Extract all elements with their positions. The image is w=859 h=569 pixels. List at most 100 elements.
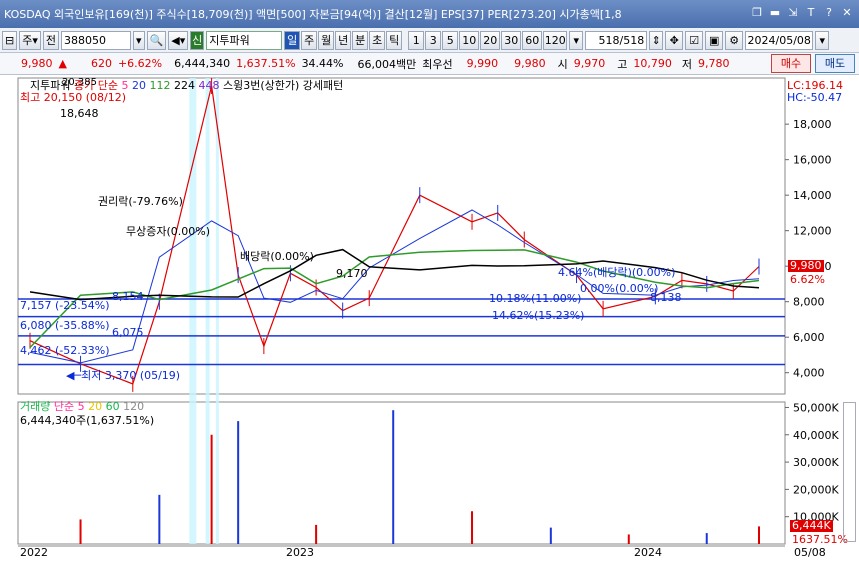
vol-ma-60: 60 [105, 400, 120, 413]
best-ask-label: 최우선 [422, 57, 453, 71]
vol-y-tick-label: 40,000K [793, 429, 839, 442]
annotation-8154: 8,154 [112, 290, 144, 303]
tab-minute[interactable]: 분 [352, 30, 369, 50]
code-dropdown-icon[interactable]: ▾ [133, 30, 145, 50]
chart-type-icon[interactable]: ⊟ [2, 30, 18, 50]
new-listing-badge: 신 [190, 30, 205, 50]
volume-series [79, 410, 760, 544]
page-spin-icon[interactable]: ⇕ [649, 30, 664, 50]
pct-badge: 6.62% [790, 273, 825, 286]
volume-bar [315, 524, 318, 544]
tab-second[interactable]: 초 [369, 30, 386, 50]
vol-y-tick-label: 30,000K [793, 456, 839, 469]
volume-readout: 6,444,340주(1,637.51%) [20, 414, 155, 427]
vol-ma-20: 20 [88, 400, 103, 413]
interval-3[interactable]: 3 [425, 30, 442, 50]
annotation-464: 4.64%(배당락)(0.00%) [558, 266, 676, 279]
chart-area[interactable]: 4,0006,0008,00010,00012,00014,00016,0001… [0, 76, 859, 569]
y-tick-label: 16,000 [793, 154, 832, 167]
volume: 6,444,340 [174, 57, 231, 70]
window-font-icon[interactable]: T [803, 5, 819, 21]
tab-tick[interactable]: 틱 [386, 30, 403, 50]
annotation-6075: 6,075 [112, 326, 144, 339]
highlight-band [205, 78, 210, 544]
quote-bar: 9,980 ▲ 620 +6.62% 6,444,340 1,637.51% 3… [0, 53, 859, 75]
period-tabs: 일 주 월 년 분 초 틱 [284, 30, 403, 50]
close-icon[interactable]: ✕ [839, 5, 855, 21]
title-text: KOSDAQ 외국인보유[169(천)] 주식수[18,709(천)] 액면[5… [4, 8, 622, 21]
interval-60[interactable]: 60 [522, 30, 543, 50]
scope-select[interactable]: 전 [42, 30, 59, 50]
y-tick-label: 4,000 [793, 367, 825, 380]
price-badge: 9,980 [788, 259, 824, 272]
tab-week[interactable]: 주 [301, 30, 318, 50]
low-price: 9,780 [698, 57, 730, 70]
interval-30[interactable]: 30 [501, 30, 522, 50]
tab-year[interactable]: 년 [335, 30, 352, 50]
highlight-band [215, 78, 219, 544]
toolbar: ⊟ 주 ▾ 전 388050 ▾ 🔍 ◀▾ 신 지투파워 일 주 월 년 분 초 … [0, 28, 859, 53]
volume-bar [79, 519, 82, 544]
high-label: 고 [617, 57, 628, 71]
volume-bar [549, 527, 552, 544]
volume-scrollbar[interactable] [843, 402, 856, 542]
up-arrow-icon: ▲ [58, 57, 67, 70]
volume-bar [471, 511, 474, 544]
left-arrow-icon: ◀─ [66, 369, 82, 382]
turnover: 34.44% [301, 57, 344, 70]
date-input[interactable]: 2024/05/08 [745, 30, 814, 50]
volume-bar [627, 534, 630, 544]
crosshair-icon[interactable]: ✥ [665, 30, 684, 50]
help-icon[interactable]: ? [821, 5, 837, 21]
annotation-6080: 6,080 (-35.88%) [20, 319, 110, 332]
best-bid: 9,980 [514, 57, 546, 70]
volume-legend: 거래량 단순 5 20 60 120 [20, 401, 144, 413]
gear-icon[interactable]: ⚙ [725, 30, 744, 50]
title-bar: KOSDAQ 외국인보유[169(천)] 주식수[18,709(천)] 액면[5… [0, 0, 859, 28]
chart-canvas[interactable]: 4,0006,0008,00010,00012,00014,00016,0001… [0, 76, 859, 569]
interval-5[interactable]: 5 [442, 30, 459, 50]
volume-bar [757, 526, 760, 544]
volume-ma-label: 단순 [53, 400, 75, 413]
calendar-icon[interactable]: ▾ [815, 30, 830, 50]
window-link-icon[interactable]: ⇲ [785, 5, 801, 21]
annotation-000: 0.00%(0.00%) [580, 282, 659, 295]
tab-day[interactable]: 일 [284, 30, 301, 50]
interval-dropdown-icon[interactable]: ▾ [569, 30, 584, 50]
vol-ma-5: 5 [77, 400, 85, 413]
y-tick-label: 12,000 [793, 225, 832, 238]
volume-bar [237, 421, 240, 544]
window-minimize-icon[interactable]: ▬ [767, 5, 783, 21]
vol-ma-120: 120 [123, 400, 145, 413]
volume-bar [705, 533, 708, 544]
vol-y-tick-label: 20,000K [793, 483, 839, 496]
annotation-dividend: 배당락(0.00%) [240, 250, 314, 263]
low-label: 저 [681, 57, 692, 71]
volume-bar [392, 410, 395, 544]
x-label-end: 05/08 [794, 546, 826, 559]
y-tick-label: 6,000 [793, 331, 825, 344]
interval-20[interactable]: 20 [480, 30, 501, 50]
interval-10[interactable]: 10 [459, 30, 480, 50]
trade-amount: 66,004백만 [357, 57, 417, 71]
save-icon[interactable]: ▣ [705, 30, 724, 50]
market-select[interactable]: 주 ▾ [19, 30, 41, 50]
window-restore-icon[interactable]: ❐ [749, 5, 765, 21]
ma-112: 112 [149, 79, 171, 92]
search-icon[interactable]: 🔍 [146, 30, 167, 50]
y-tick-label: 18,000 [793, 118, 832, 131]
annotation-18648: 18,648 [60, 107, 99, 120]
company-name: 지투파워 [206, 30, 283, 50]
annotation-1018: 10.18%(11.00%) [489, 292, 582, 305]
interval-1[interactable]: 1 [408, 30, 425, 50]
buy-button[interactable]: 매수 [771, 54, 811, 73]
check-icon[interactable]: ☑ [685, 30, 704, 50]
tab-month[interactable]: 월 [318, 30, 335, 50]
high-price: 10,790 [633, 57, 672, 70]
annotation-low: ◀─최저 3,370 (05/19) [66, 369, 181, 382]
annotation-1462: 14.62%(15.23%) [492, 309, 585, 322]
sound-icon[interactable]: ◀▾ [168, 30, 189, 50]
interval-120[interactable]: 120 [543, 30, 568, 50]
code-input[interactable]: 388050 [61, 30, 131, 50]
sell-button[interactable]: 매도 [815, 54, 855, 73]
